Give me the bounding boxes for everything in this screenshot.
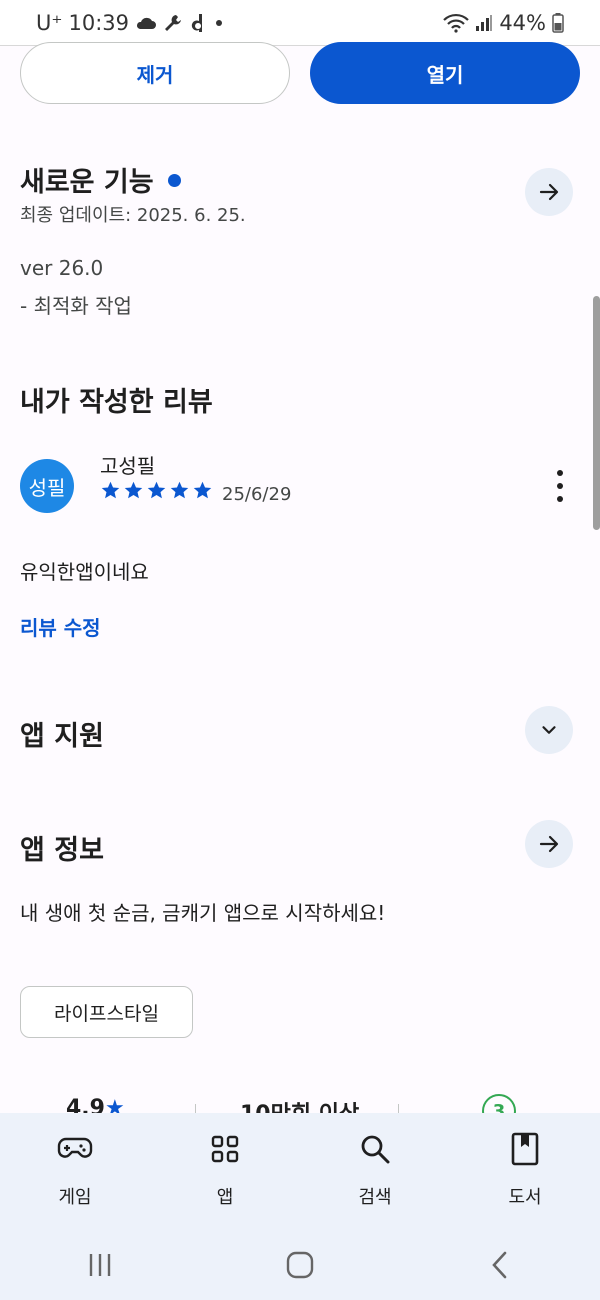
review-stars bbox=[100, 480, 213, 501]
review-date: 25/6/29 bbox=[222, 484, 292, 505]
app-info-title[interactable]: 앱 정보 bbox=[20, 828, 104, 867]
app-description: 내 생애 첫 순금, 금캐기 앱으로 시작하세요! bbox=[20, 901, 386, 925]
star-icon bbox=[147, 481, 166, 499]
nav-item-books[interactable]: 도서 bbox=[450, 1113, 600, 1230]
system-nav-bar bbox=[0, 1230, 600, 1300]
nav-item-search[interactable]: 검색 bbox=[300, 1113, 450, 1230]
bottom-nav: 게임 앱 검색 도서 bbox=[0, 1113, 600, 1230]
star-icon bbox=[101, 481, 120, 499]
nav-label-books: 도서 bbox=[508, 1187, 542, 1208]
last-updated: 최종 업데이트: 2025. 6. 25. bbox=[20, 205, 246, 226]
chevron-down-icon bbox=[542, 726, 556, 734]
d-app-icon bbox=[189, 13, 207, 33]
notification-dot-icon bbox=[213, 17, 225, 29]
book-icon bbox=[505, 1129, 545, 1169]
wifi-icon bbox=[443, 13, 470, 33]
whats-new-title[interactable]: 새로운 기능 bbox=[20, 160, 181, 199]
uninstall-button[interactable]: 제거 bbox=[20, 42, 290, 104]
back-button[interactable] bbox=[470, 1245, 530, 1285]
arrow-right-icon bbox=[539, 183, 559, 201]
reviewer-name: 고성필 bbox=[100, 454, 156, 478]
avatar: 성필 bbox=[20, 459, 74, 513]
home-icon bbox=[286, 1251, 314, 1279]
status-bar: U⁺ 10:39 44% bbox=[0, 0, 600, 46]
nav-item-games[interactable]: 게임 bbox=[0, 1113, 150, 1230]
my-review-title: 내가 작성한 리뷰 bbox=[20, 387, 213, 418]
action-row: 제거 열기 bbox=[20, 42, 580, 106]
review-text: 유익한앱이네요 bbox=[20, 560, 149, 584]
kebab-dot bbox=[557, 496, 563, 502]
status-left: U⁺ 10:39 bbox=[36, 11, 225, 35]
app-support-title[interactable]: 앱 지원 bbox=[20, 714, 104, 753]
nav-label-search: 검색 bbox=[358, 1187, 392, 1208]
new-indicator-dot bbox=[167, 174, 181, 187]
scrollbar[interactable] bbox=[593, 296, 600, 530]
arrow-right-icon bbox=[539, 835, 559, 853]
wrench-icon bbox=[163, 13, 183, 33]
category-chip[interactable]: 라이프스타일 bbox=[20, 986, 193, 1038]
star-icon bbox=[193, 481, 212, 499]
kebab-dot bbox=[557, 470, 563, 476]
app-info-arrow-button[interactable] bbox=[525, 820, 573, 868]
back-chevron-icon bbox=[492, 1251, 507, 1279]
search-icon bbox=[355, 1129, 395, 1169]
home-button[interactable] bbox=[270, 1245, 330, 1285]
app-support-expand-button[interactable] bbox=[525, 706, 573, 754]
status-time: 10:39 bbox=[68, 10, 129, 35]
apps-grid-icon bbox=[205, 1129, 245, 1169]
recent-apps-button[interactable] bbox=[70, 1245, 130, 1285]
recent-apps-icon bbox=[89, 1254, 111, 1276]
battery-percent: 44% bbox=[499, 10, 546, 35]
signal-icon bbox=[475, 14, 493, 32]
open-button[interactable]: 열기 bbox=[310, 42, 580, 104]
release-notes: - 최적화 작업 bbox=[20, 294, 132, 318]
gamepad-icon bbox=[55, 1129, 95, 1169]
edit-review-link[interactable]: 리뷰 수정 bbox=[20, 612, 101, 641]
status-right: 44% bbox=[443, 11, 564, 35]
battery-icon bbox=[552, 12, 564, 33]
star-icon bbox=[170, 481, 189, 499]
carrier-label: U⁺ bbox=[36, 10, 63, 35]
star-icon bbox=[124, 481, 143, 499]
kebab-dot bbox=[557, 483, 563, 489]
version-text: ver 26.0 bbox=[20, 256, 104, 280]
nav-label-games: 게임 bbox=[58, 1187, 92, 1208]
nav-label-apps: 앱 bbox=[216, 1187, 234, 1208]
nav-item-apps[interactable]: 앱 bbox=[150, 1113, 300, 1230]
whats-new-title-text: 새로운 기능 bbox=[20, 167, 154, 198]
whats-new-arrow-button[interactable] bbox=[525, 168, 573, 216]
review-more-options-button[interactable] bbox=[548, 470, 572, 502]
cloud-icon bbox=[135, 15, 157, 31]
